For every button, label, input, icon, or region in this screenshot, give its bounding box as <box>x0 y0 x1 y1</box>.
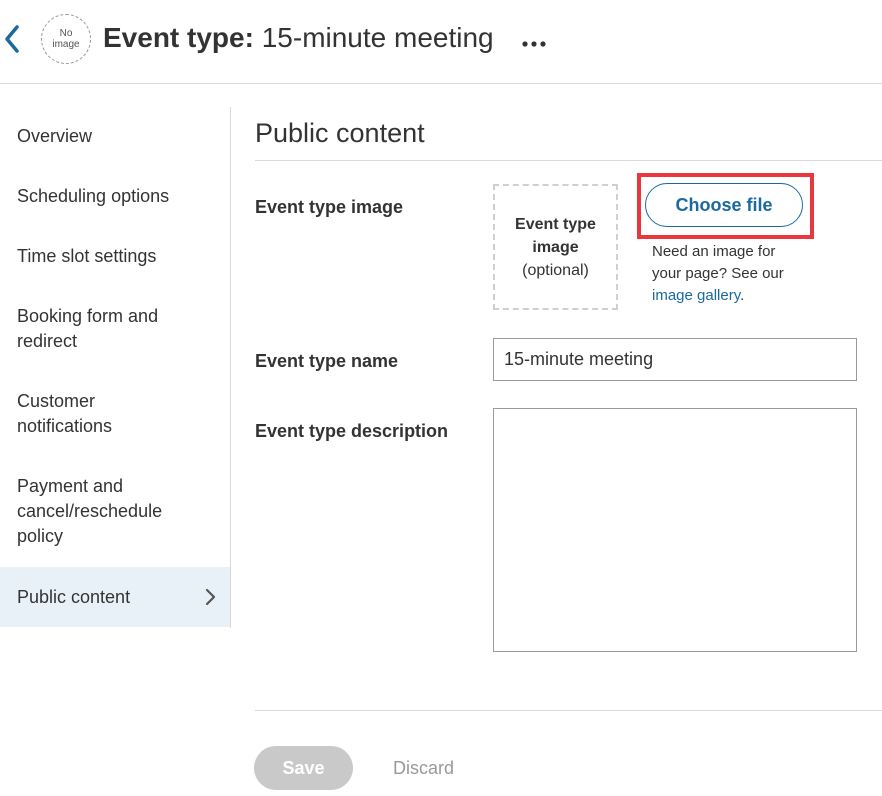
sidebar-item-public-content[interactable]: Public content <box>0 567 230 627</box>
sidebar-nav: Overview Scheduling options Time slot se… <box>0 107 231 628</box>
page-header: No image Event type: 15-minute meeting <box>0 0 882 84</box>
chevron-left-icon <box>5 25 19 53</box>
event-type-description-input[interactable] <box>493 408 857 652</box>
event-type-description-label: Event type description <box>255 421 449 441</box>
event-type-image-label: Event type image <box>255 197 404 217</box>
page-title-value: 15-minute meeting <box>261 22 494 53</box>
sidebar-item-payment-policy[interactable]: Payment and cancel/reschedule policy <box>0 474 185 549</box>
avatar-text-line2: image <box>52 39 80 50</box>
sidebar-item-label: Booking form and redirect <box>17 306 159 351</box>
sidebar-item-booking-form[interactable]: Booking form and redirect <box>0 304 180 354</box>
sidebar-item-scheduling-options[interactable]: Scheduling options <box>0 184 230 209</box>
sidebar-item-label: Customer notifications <box>17 391 113 436</box>
page-title-label: Event type: <box>103 22 254 53</box>
save-button[interactable]: Save <box>254 746 353 790</box>
event-type-name-label: Event type name <box>255 351 399 371</box>
avatar: No image <box>41 14 91 64</box>
more-horizontal-icon <box>522 41 546 47</box>
avatar-text-line1: No <box>59 28 73 39</box>
sidebar-item-label: Overview <box>17 126 93 146</box>
image-help-text: Need an image for your page? See our ima… <box>652 241 802 307</box>
discard-button[interactable]: Discard <box>393 756 454 780</box>
divider <box>255 710 882 711</box>
event-type-image-placeholder: Event type image (optional) <box>493 184 618 310</box>
sidebar-item-label: Public content <box>17 587 131 607</box>
event-type-name-input[interactable] <box>493 338 857 381</box>
image-help-text-body: Need an image for your page? See our <box>652 243 784 282</box>
image-placeholder-line1: Event type <box>515 215 596 233</box>
sidebar-item-customer-notifications[interactable]: Customer notifications <box>0 389 140 439</box>
more-options-button[interactable] <box>521 36 547 47</box>
sidebar-item-label: Time slot settings <box>17 246 157 266</box>
page-title: Event type: 15-minute meeting <box>103 20 494 56</box>
image-placeholder-line3: (optional) <box>522 261 589 279</box>
image-help-text-end: . <box>740 287 745 304</box>
choose-file-button[interactable]: Choose file <box>645 183 803 227</box>
back-button[interactable] <box>2 24 24 54</box>
sidebar-item-label: Payment and cancel/reschedule policy <box>17 476 163 546</box>
sidebar-item-overview[interactable]: Overview <box>0 124 230 149</box>
image-placeholder-line2: image <box>532 238 579 256</box>
image-gallery-link[interactable]: image gallery <box>652 287 740 304</box>
sidebar-item-label: Scheduling options <box>17 186 170 206</box>
chevron-right-icon <box>205 588 216 606</box>
sidebar-item-time-slot-settings[interactable]: Time slot settings <box>0 244 230 269</box>
divider <box>255 160 882 161</box>
section-title: Public content <box>255 118 425 148</box>
